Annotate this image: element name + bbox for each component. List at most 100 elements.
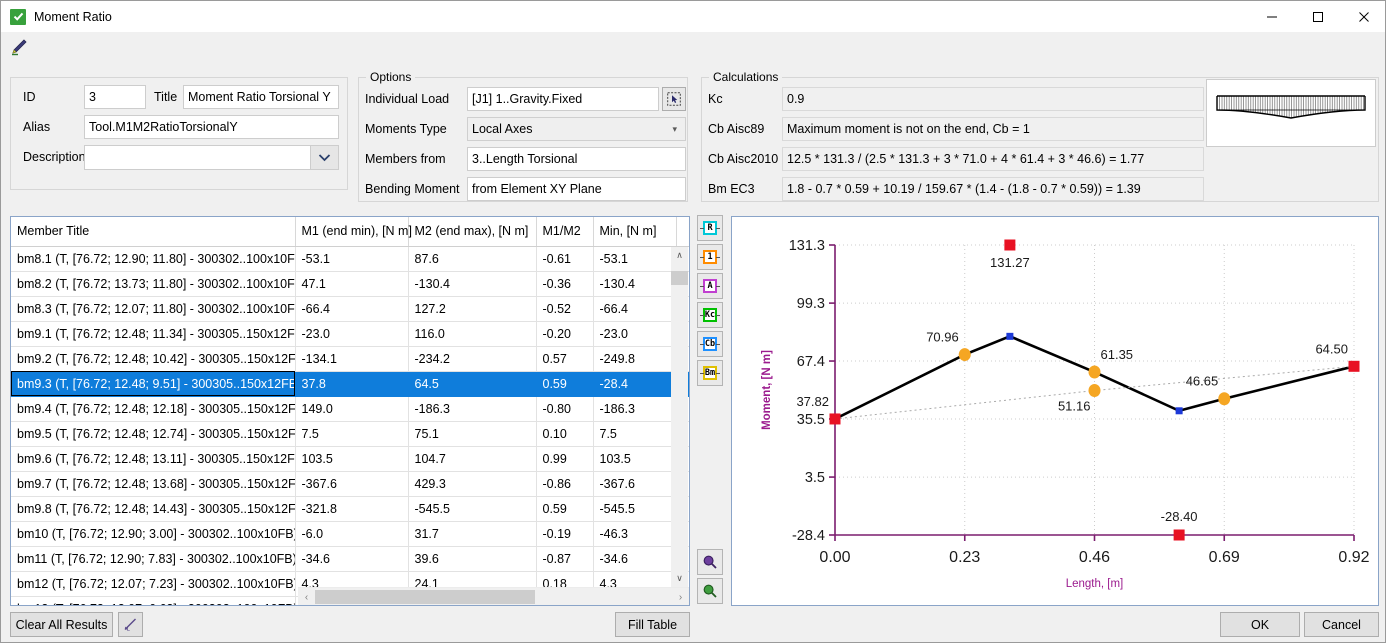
table-cell[interactable]: 104.7 [408, 446, 536, 471]
table-cell[interactable]: 116.0 [408, 321, 536, 346]
table-cell[interactable]: -0.80 [536, 396, 593, 421]
scroll-left-arrow-icon[interactable]: ‹ [298, 588, 315, 606]
cancel-button[interactable]: Cancel [1304, 612, 1379, 637]
kc-icon[interactable]: Kc [697, 302, 723, 328]
table-cell[interactable]: -66.4 [593, 296, 676, 321]
load-icon[interactable]: 1 [697, 244, 723, 270]
results-icon[interactable]: R [697, 215, 723, 241]
table-cell[interactable]: -46.3 [593, 521, 676, 546]
table-row[interactable]: bm10 (T, [76.72; 12.90; 3.00] - 300302..… [11, 521, 690, 546]
table-cell[interactable]: 75.1 [408, 421, 536, 446]
scroll-up-arrow-icon[interactable]: ∧ [671, 247, 688, 264]
bending-moment-input[interactable]: from Element XY Plane [467, 177, 686, 201]
table-cell[interactable]: -6.0 [295, 521, 408, 546]
table-cell[interactable]: bm8.2 (T, [76.72; 13.73; 11.80] - 300302… [11, 271, 295, 296]
column-header-min[interactable]: Min, [N m] [593, 217, 676, 246]
table-cell[interactable]: bm9.1 (T, [76.72; 12.48; 11.34] - 300305… [11, 321, 295, 346]
table-cell[interactable]: -0.86 [536, 471, 593, 496]
table-cell[interactable]: bm9.8 (T, [76.72; 12.48; 14.43] - 300305… [11, 496, 295, 521]
pen-line-icon-button[interactable]: L [118, 612, 143, 637]
table-cell[interactable]: bm11 (T, [76.72; 12.90; 7.83] - 300302..… [11, 546, 295, 571]
members-from-input[interactable]: 3..Length Torsional [467, 147, 686, 171]
column-header-m1m2[interactable]: M1/M2 [536, 217, 593, 246]
table-cell[interactable]: bm8.1 (T, [76.72; 12.90; 11.80] - 300302… [11, 246, 295, 271]
table-row[interactable]: bm9.8 (T, [76.72; 12.48; 14.43] - 300305… [11, 496, 690, 521]
table-cell[interactable]: bm10 (T, [76.72; 12.90; 3.00] - 300302..… [11, 521, 295, 546]
id-input[interactable]: 3 [84, 85, 146, 109]
table-cell[interactable]: -367.6 [593, 471, 676, 496]
clear-all-results-button[interactable]: Clear All Results [10, 612, 113, 637]
table-cell[interactable]: -0.61 [536, 246, 593, 271]
scroll-down-arrow-icon[interactable]: ∨ [671, 570, 688, 587]
table-cell[interactable]: 7.5 [295, 421, 408, 446]
table-row[interactable]: bm8.2 (T, [76.72; 13.73; 11.80] - 300302… [11, 271, 690, 296]
table-cell[interactable]: bm12 (T, [76.72; 12.07; 7.23] - 300302..… [11, 571, 295, 596]
table-cell[interactable]: -23.0 [295, 321, 408, 346]
table-cell[interactable]: -249.8 [593, 346, 676, 371]
table-cell[interactable]: 103.5 [593, 446, 676, 471]
table-cell[interactable]: bm13 (T, [76.72; 12.07; 6.62] - 300302..… [11, 596, 295, 606]
table-row[interactable]: bm9.5 (T, [76.72; 12.48; 12.74] - 300305… [11, 421, 690, 446]
pointer-select-icon[interactable] [662, 87, 686, 111]
chevron-down-icon[interactable]: ▾ [672, 124, 677, 135]
table-cell[interactable]: 64.5 [408, 371, 536, 396]
table-cell[interactable]: -130.4 [593, 271, 676, 296]
table-row[interactable]: bm11 (T, [76.72; 12.90; 7.83] - 300302..… [11, 546, 690, 571]
fill-table-button[interactable]: Fill Table [615, 612, 690, 637]
table-cell[interactable]: 0.57 [536, 346, 593, 371]
table-row[interactable]: bm8.1 (T, [76.72; 12.90; 11.80] - 300302… [11, 246, 690, 271]
table-cell[interactable]: bm9.4 (T, [76.72; 12.48; 12.18] - 300305… [11, 396, 295, 421]
table-row[interactable]: bm9.1 (T, [76.72; 12.48; 11.34] - 300305… [11, 321, 690, 346]
table-row[interactable]: bm9.3 (T, [76.72; 12.48; 9.51] - 300305.… [11, 371, 690, 396]
table-cell[interactable]: 0.10 [536, 421, 593, 446]
zoom-in-magnifier-icon[interactable] [697, 549, 723, 575]
table-cell[interactable]: bm8.3 (T, [76.72; 12.07; 11.80] - 300302… [11, 296, 295, 321]
table-cell[interactable]: -34.6 [593, 546, 676, 571]
results-table[interactable]: Member Title M1 (end min), [N m] M2 (end… [10, 216, 690, 606]
table-cell[interactable]: 47.1 [295, 271, 408, 296]
table-horizontal-scrollbar[interactable]: ‹ › [298, 587, 689, 605]
moment-chart[interactable]: 131.399.367.435.53.5-28.40.000.230.460.6… [731, 216, 1379, 606]
column-header-m2[interactable]: M2 (end max), [N m] [408, 217, 536, 246]
table-cell[interactable]: 39.6 [408, 546, 536, 571]
close-button[interactable] [1341, 1, 1386, 32]
table-row[interactable]: bm9.7 (T, [76.72; 12.48; 13.68] - 300305… [11, 471, 690, 496]
table-cell[interactable]: -23.0 [593, 321, 676, 346]
table-cell[interactable]: -545.5 [593, 496, 676, 521]
table-cell[interactable]: 87.6 [408, 246, 536, 271]
table-row[interactable]: bm8.3 (T, [76.72; 12.07; 11.80] - 300302… [11, 296, 690, 321]
table-cell[interactable]: -0.36 [536, 271, 593, 296]
table-cell[interactable]: 0.59 [536, 371, 593, 396]
table-cell[interactable]: 31.7 [408, 521, 536, 546]
zoom-out-magnifier-icon[interactable] [697, 578, 723, 604]
table-cell[interactable]: 149.0 [295, 396, 408, 421]
table-cell[interactable]: 0.99 [536, 446, 593, 471]
table-cell[interactable]: -321.8 [295, 496, 408, 521]
table-cell[interactable]: 7.5 [593, 421, 676, 446]
table-cell[interactable]: -186.3 [408, 396, 536, 421]
table-cell[interactable]: 127.2 [408, 296, 536, 321]
column-header-m1[interactable]: M1 (end min), [N m] [295, 217, 408, 246]
table-cell[interactable]: -0.20 [536, 321, 593, 346]
ok-button[interactable]: OK [1220, 612, 1300, 637]
table-cell[interactable]: -545.5 [408, 496, 536, 521]
maximize-button[interactable] [1295, 1, 1341, 32]
table-cell[interactable]: 37.8 [295, 371, 408, 396]
table-cell[interactable]: bm9.7 (T, [76.72; 12.48; 13.68] - 300305… [11, 471, 295, 496]
table-cell[interactable]: -0.19 [536, 521, 593, 546]
horizontal-scroll-thumb[interactable] [315, 590, 535, 604]
table-cell[interactable]: bm9.2 (T, [76.72; 12.48; 10.42] - 300305… [11, 346, 295, 371]
table-cell[interactable]: -66.4 [295, 296, 408, 321]
table-cell[interactable]: 429.3 [408, 471, 536, 496]
scroll-right-arrow-icon[interactable]: › [672, 588, 689, 606]
table-cell[interactable]: -53.1 [295, 246, 408, 271]
table-vertical-scrollbar[interactable]: ∧ ∨ [671, 247, 688, 587]
vertical-scroll-thumb[interactable] [671, 271, 688, 285]
table-cell[interactable]: -134.1 [295, 346, 408, 371]
table-cell[interactable]: bm9.3 (T, [76.72; 12.48; 9.51] - 300305.… [11, 371, 295, 396]
table-row[interactable]: bm9.6 (T, [76.72; 12.48; 13.11] - 300305… [11, 446, 690, 471]
minimize-button[interactable] [1249, 1, 1295, 32]
table-cell[interactable]: bm9.5 (T, [76.72; 12.48; 12.74] - 300305… [11, 421, 295, 446]
moments-type-select[interactable]: Local Axes ▾ [467, 117, 686, 141]
pen-tool-icon[interactable] [9, 37, 29, 57]
